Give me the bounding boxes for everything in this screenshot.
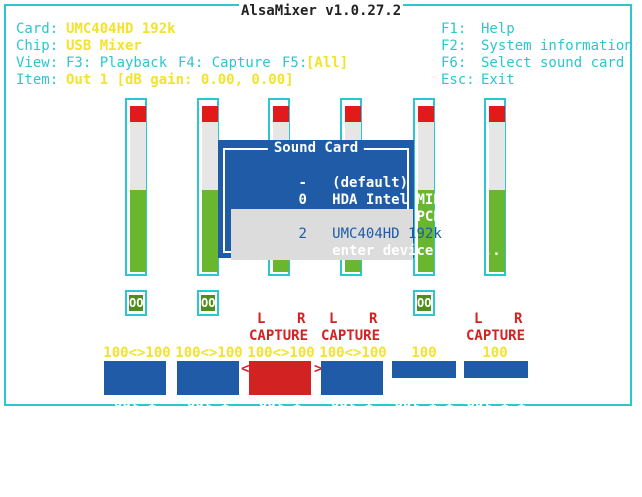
- capture-label-ch3: CAPTURE: [249, 328, 309, 344]
- mute-state: OO: [201, 295, 216, 311]
- dialog-border: Sound Card - (default) 0 HDA Intel MID 1…: [223, 140, 501, 260]
- help-f2-text: System information: [481, 38, 633, 54]
- mute-state: OO: [129, 295, 144, 311]
- meter-peak: [489, 106, 505, 122]
- mute-toggle-ch2[interactable]: OO: [197, 290, 219, 316]
- card-option-enter-name[interactable]: enter device name...: [231, 226, 501, 277]
- app-title: AlsaMixer v1.0.27.2: [239, 3, 404, 20]
- chip-label: Chip:: [16, 38, 59, 54]
- help-esc-text: Exit: [481, 72, 515, 88]
- item-value: Out 1 [dB gain: 0.00, 0.00]: [66, 72, 294, 88]
- channel-name-line1: Out 1 1: [394, 395, 454, 411]
- capture-right-ch6[interactable]: R: [514, 311, 522, 328]
- capture-label-ch6: CAPTURE: [466, 328, 526, 344]
- level-readout-ch2: 100<>100: [175, 345, 243, 361]
- capture-left-ch4[interactable]: L: [329, 311, 337, 328]
- channel-name-line1: Out 1: [330, 395, 374, 411]
- channel-name-line2: Front: [113, 446, 157, 462]
- capture-right-ch3[interactable]: R: [297, 311, 305, 328]
- view-label: View:: [16, 55, 59, 71]
- meter-headroom: [418, 122, 434, 190]
- view-all-value: [All]: [306, 55, 349, 71]
- channel-name-line1: Out 1: [258, 395, 302, 411]
- meter-peak: [130, 106, 146, 122]
- help-esc-key[interactable]: Esc:: [441, 72, 475, 89]
- item-label: Item:: [16, 72, 59, 88]
- channel-label-ch3[interactable]: Out 1 Front: [249, 361, 311, 462]
- help-f6-key[interactable]: F6:: [441, 55, 466, 72]
- level-readout-ch6: 100: [482, 345, 508, 361]
- meter-headroom: [202, 122, 218, 190]
- capture-label-ch4: CAPTURE: [321, 328, 381, 344]
- meter-peak: [418, 106, 434, 122]
- channel-label-ch5[interactable]: Out 1 1: [392, 361, 456, 411]
- channel-name-line2: Rear: [191, 446, 225, 462]
- capture-left-ch6[interactable]: L: [474, 311, 482, 328]
- view-capture-key[interactable]: F4: Capture: [178, 55, 271, 72]
- level-readout-ch3: 100<>100: [247, 345, 315, 361]
- card-value: UMC404HD 192k: [66, 21, 176, 37]
- meter-peak: [273, 106, 289, 122]
- channel-name-line1: Out 1: [186, 395, 230, 411]
- meter-headroom: [489, 122, 505, 190]
- channel-name-line1: Out 1: [113, 395, 157, 411]
- meter-level: [489, 190, 505, 272]
- help-f1-text: Help: [481, 21, 515, 37]
- channel-label-ch2[interactable]: Out 1 Rear: [177, 361, 239, 462]
- dialog-title: Sound Card: [267, 140, 365, 157]
- volume-meter-ch1[interactable]: [125, 98, 147, 276]
- meter-headroom: [130, 122, 146, 190]
- card-label: Card:: [16, 21, 59, 37]
- mute-toggle-ch1[interactable]: OO: [125, 290, 147, 316]
- option-name: enter device name...: [332, 243, 501, 259]
- meter-level: [130, 190, 146, 272]
- channel-name-line2: Rear: [335, 446, 369, 462]
- mute-state: OO: [417, 295, 432, 311]
- level-readout-ch5: 100: [411, 345, 437, 361]
- mute-toggle-ch5[interactable]: OO: [413, 290, 435, 316]
- sound-card-dialog: Sound Card - (default) 0 HDA Intel MID 1…: [218, 140, 501, 260]
- level-readout-ch4: 100<>100: [319, 345, 387, 361]
- channel-name-line1: Out 1 1: [466, 395, 526, 411]
- help-f2-key[interactable]: F2:: [441, 38, 466, 55]
- capture-left-ch3[interactable]: L: [257, 311, 265, 328]
- view-all-key[interactable]: F5:: [282, 55, 307, 72]
- meter-level: [202, 190, 218, 272]
- level-readout-ch1: 100<>100: [103, 345, 171, 361]
- help-f1-key[interactable]: F1:: [441, 21, 466, 38]
- meter-peak: [202, 106, 218, 122]
- channel-label-ch1[interactable]: Out 1 Front: [104, 361, 166, 462]
- channel-label-ch6[interactable]: Out 1 1: [464, 361, 528, 411]
- channel-label-ch4[interactable]: Out 1 Rear: [321, 361, 383, 462]
- capture-right-ch4[interactable]: R: [369, 311, 377, 328]
- view-playback-key[interactable]: F3: Playback: [66, 55, 167, 72]
- channel-name-line2: Front: [258, 446, 302, 462]
- help-f6-text: Select sound card: [481, 55, 625, 71]
- volume-meter-ch2[interactable]: [197, 98, 219, 276]
- chip-value: USB Mixer: [66, 38, 142, 54]
- terminal-window: AlsaMixer v1.0.27.2 Card: UMC404HD 192k …: [0, 0, 642, 462]
- meter-peak: [345, 106, 361, 122]
